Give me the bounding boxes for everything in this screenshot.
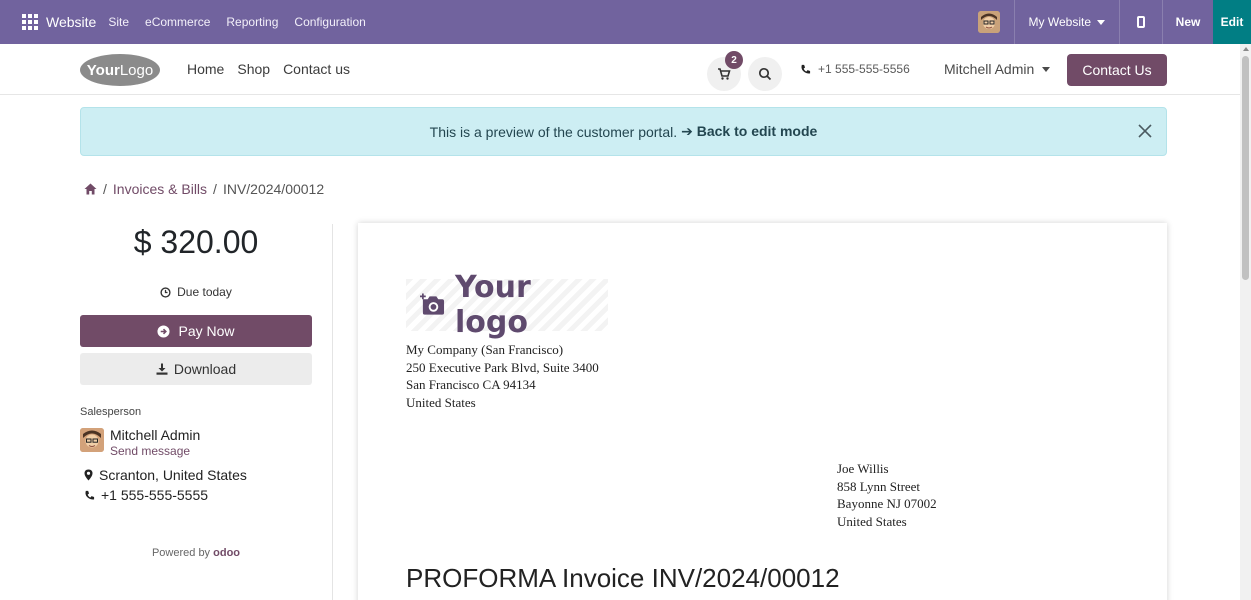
salesperson-location: Scranton, United States bbox=[84, 467, 247, 483]
amount-due: $ 320.00 bbox=[133, 224, 259, 260]
nav-contact-us[interactable]: Contact us bbox=[283, 61, 350, 77]
salesperson-phone-number: +1 555-555-5555 bbox=[101, 487, 209, 503]
apps-menu-icon[interactable] bbox=[22, 14, 38, 30]
breadcrumb-invoices[interactable]: Invoices & Bills bbox=[113, 181, 207, 197]
search-icon bbox=[758, 67, 772, 81]
admin-navbar: Website Site eCommerce Reporting Configu… bbox=[0, 0, 1251, 44]
company-address-line: 250 Executive Park Blvd, Suite 3400 bbox=[406, 359, 599, 375]
salesperson-location-text: Scranton, United States bbox=[99, 467, 247, 483]
send-message-link[interactable]: Send message bbox=[110, 444, 190, 458]
cart-icon bbox=[718, 68, 731, 80]
back-to-edit-link[interactable]: ➔ Back to edit mode bbox=[681, 123, 817, 140]
nav-home[interactable]: Home bbox=[187, 61, 224, 77]
due-status-label: Due today bbox=[177, 285, 232, 299]
download-label: Download bbox=[173, 361, 237, 377]
company-address: My Company (San Francisco) 250 Executive… bbox=[406, 341, 599, 411]
pay-now-button[interactable]: Pay Now bbox=[80, 315, 312, 347]
website-selector[interactable]: My Website bbox=[1015, 15, 1119, 29]
salesperson-label: Salesperson bbox=[80, 406, 142, 418]
invoice-logo-text: Your logo bbox=[455, 270, 531, 340]
powered-by-label: Powered by bbox=[151, 547, 211, 559]
chevron-down-icon bbox=[1097, 19, 1105, 25]
invoice-logo-placeholder: Your logo bbox=[406, 270, 608, 340]
download-icon bbox=[156, 363, 168, 375]
menu-reporting[interactable]: Reporting bbox=[226, 15, 278, 29]
site-logo[interactable]: Your Logo bbox=[80, 54, 160, 86]
due-status: Due today bbox=[80, 285, 312, 299]
cart-button[interactable]: 2 bbox=[707, 51, 743, 91]
sidebar-divider bbox=[332, 224, 333, 600]
home-icon[interactable] bbox=[84, 183, 97, 195]
salesperson-name: Mitchell Admin bbox=[110, 427, 201, 443]
map-marker-icon bbox=[84, 469, 93, 481]
website-selector-label: My Website bbox=[1028, 15, 1091, 29]
download-button[interactable]: Download bbox=[80, 353, 312, 385]
menu-site[interactable]: Site bbox=[108, 15, 129, 29]
company-address-line: United States bbox=[406, 394, 476, 410]
mobile-icon bbox=[1137, 16, 1145, 28]
preview-alert: This is a preview of the customer portal… bbox=[80, 107, 1167, 156]
arrow-circle-right-icon bbox=[157, 324, 171, 338]
customer-address: Joe Willis 858 Lynn Street Bayonne NJ 07… bbox=[837, 460, 937, 530]
contact-us-button[interactable]: Contact Us bbox=[1067, 54, 1167, 86]
customer-address-line: Joe Willis bbox=[837, 461, 889, 476]
app-brand[interactable]: Website bbox=[46, 14, 96, 30]
mobile-preview-button[interactable] bbox=[1120, 0, 1162, 44]
breadcrumb-separator: / bbox=[213, 181, 217, 197]
customer-address-line: 858 Lynn Street bbox=[837, 478, 921, 494]
breadcrumb-current: INV/2024/00012 bbox=[222, 181, 325, 197]
salesperson-phone: +1 555-555-5555 bbox=[84, 487, 208, 503]
odoo-logo[interactable]: odoo bbox=[213, 547, 240, 559]
logo-text-bold: Your bbox=[86, 61, 120, 79]
company-address-line: San Francisco CA 94134 bbox=[406, 377, 536, 392]
company-address-line: My Company (San Francisco) bbox=[406, 342, 564, 357]
logo-text: Logo bbox=[119, 61, 154, 79]
main-nav: Home Shop Contact us bbox=[187, 61, 350, 77]
search-button[interactable] bbox=[748, 57, 782, 91]
powered-by: Powered by odoo bbox=[80, 547, 312, 559]
invoice-document: Your logo My Company (San Francisco) 250… bbox=[358, 223, 1167, 600]
new-button[interactable]: New bbox=[1163, 0, 1213, 44]
user-avatar[interactable] bbox=[977, 11, 1000, 33]
menu-configuration[interactable]: Configuration bbox=[294, 15, 365, 29]
header-phone-number: +1 555-555-5556 bbox=[818, 62, 910, 76]
user-menu[interactable]: Mitchell Admin bbox=[944, 61, 1051, 77]
clock-icon bbox=[160, 286, 171, 298]
edit-button[interactable]: Edit bbox=[1213, 0, 1251, 44]
scrollbar-thumb[interactable] bbox=[1242, 56, 1249, 280]
breadcrumb: / Invoices & Bills / INV/2024/00012 bbox=[84, 181, 324, 197]
phone-icon bbox=[801, 64, 811, 73]
header-phone[interactable]: +1 555-555-5556 bbox=[800, 62, 910, 76]
invoice-title: PROFORMA Invoice INV/2024/00012 bbox=[406, 563, 840, 593]
salesperson-avatar bbox=[80, 428, 104, 452]
pay-now-label: Pay Now bbox=[178, 323, 235, 339]
close-icon[interactable] bbox=[1136, 122, 1154, 140]
customer-address-line: Bayonne NJ 07002 bbox=[837, 496, 937, 511]
nav-shop[interactable]: Shop bbox=[237, 61, 270, 77]
customer-address-line: United States bbox=[837, 513, 907, 529]
user-menu-label: Mitchell Admin bbox=[944, 61, 1035, 77]
cart-count-badge: 2 bbox=[725, 51, 743, 69]
page-scrollbar[interactable] bbox=[1240, 44, 1251, 600]
alert-text: This is a preview of the customer portal… bbox=[429, 123, 678, 140]
breadcrumb-separator: / bbox=[103, 181, 107, 197]
camera-plus-icon bbox=[420, 293, 445, 315]
site-header: Your Logo Home Shop Contact us 2 +1 555-5… bbox=[0, 44, 1240, 95]
menu-ecommerce[interactable]: eCommerce bbox=[145, 15, 210, 29]
phone-icon bbox=[85, 490, 95, 499]
scroll-up-icon[interactable] bbox=[1243, 47, 1249, 51]
chevron-down-icon bbox=[1042, 66, 1051, 72]
